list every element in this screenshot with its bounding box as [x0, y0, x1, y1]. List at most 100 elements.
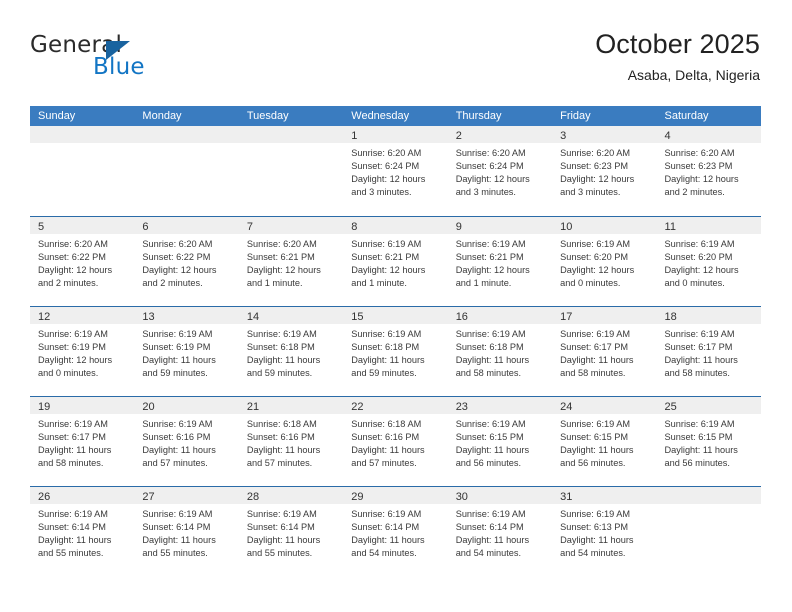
day-detail-line: Sunrise: 6:20 AM: [560, 148, 631, 158]
calendar-day-cell[interactable]: 11 Sunrise: 6:19 AM Sunset: 6:20 PM Dayligh…: [656, 217, 761, 306]
day-details: Sunrise: 6:19 AM Sunset: 6:15 PM Daylight:…: [657, 414, 761, 470]
calendar-day-cell[interactable]: 26 Sunrise: 6:19 AM Sunset: 6:14 PM Dayligh…: [30, 487, 135, 576]
day-detail-line: Sunrise: 6:20 AM: [246, 239, 317, 249]
calendar-day-cell[interactable]: 23 Sunrise: 6:19 AM Sunset: 6:15 PM Dayligh…: [447, 397, 553, 486]
calendar-day-cell[interactable]: 29 Sunrise: 6:19 AM Sunset: 6:14 PM Dayligh…: [343, 487, 448, 576]
day-detail-line: Sunrise: 6:19 AM: [664, 419, 735, 429]
day-details: Sunrise: 6:19 AM Sunset: 6:17 PM Daylight:…: [552, 324, 656, 380]
day-details: Sunrise: 6:19 AM Sunset: 6:18 PM Daylight:…: [239, 324, 343, 380]
calendar-day-cell[interactable]: 27 Sunrise: 6:19 AM Sunset: 6:14 PM Dayligh…: [134, 487, 239, 576]
day-detail-line: Sunrise: 6:19 AM: [664, 329, 735, 339]
day-details: Sunrise: 6:19 AM Sunset: 6:18 PM Daylight:…: [343, 324, 447, 380]
calendar-day-cell[interactable]: 24 Sunrise: 6:19 AM Sunset: 6:15 PM Dayligh…: [552, 397, 657, 486]
day-detail-line: Daylight: 12 hours: [455, 265, 530, 276]
day-details: Sunrise: 6:18 AM Sunset: 6:16 PM Daylight:…: [343, 414, 447, 470]
calendar-day-cell[interactable]: 1 Sunrise: 6:20 AM Sunset: 6:24 PM Daylight…: [343, 126, 448, 216]
day-detail-line: and 0 minutes.: [38, 368, 99, 379]
calendar-day-cell[interactable]: 8 Sunrise: 6:19 AM Sunset: 6:21 PM Daylight…: [343, 217, 448, 306]
day-detail-line: Daylight: 11 hours: [38, 445, 112, 456]
day-detail-line: and 57 minutes.: [142, 458, 208, 469]
day-detail-line: Daylight: 12 hours: [560, 265, 635, 276]
calendar-day-cell[interactable]: 31 Sunrise: 6:19 AM Sunset: 6:13 PM Dayligh…: [552, 487, 657, 576]
calendar-day-cell[interactable]: 9 Sunrise: 6:19 AM Sunset: 6:21 PM Daylight…: [447, 217, 553, 306]
weekday-header-friday: Friday: [560, 110, 591, 122]
day-detail-line: and 55 minutes.: [38, 548, 104, 559]
calendar-week-row: 12 Sunrise: 6:19 AM Sunset: 6:19 PM Dayligh…: [30, 306, 761, 396]
day-number-band: 27: [134, 487, 239, 504]
day-number-band: 17: [552, 307, 657, 324]
day-details: Sunrise: 6:19 AM Sunset: 6:14 PM Daylight:…: [134, 504, 238, 560]
day-detail-line: Sunset: 6:14 PM: [142, 522, 211, 533]
calendar-day-cell[interactable]: 20 Sunrise: 6:19 AM Sunset: 6:16 PM Dayligh…: [134, 397, 239, 486]
day-detail-line: Sunrise: 6:18 AM: [351, 419, 422, 429]
day-detail-line: Daylight: 12 hours: [664, 265, 739, 276]
day-detail-line: and 55 minutes.: [246, 548, 313, 559]
day-detail-line: Sunset: 6:16 PM: [351, 432, 420, 443]
calendar-day-cell[interactable]: 6 Sunrise: 6:20 AM Sunset: 6:22 PM Daylight…: [134, 217, 239, 306]
day-details: Sunrise: 6:19 AM Sunset: 6:17 PM Daylight:…: [657, 324, 761, 380]
weekday-header-thursday: Thursday: [455, 110, 502, 122]
day-detail-line: Sunset: 6:18 PM: [351, 342, 420, 353]
calendar-day-cell[interactable]: 10 Sunrise: 6:19 AM Sunset: 6:20 PM Dayligh…: [552, 217, 657, 306]
calendar-day-cell[interactable]: 2 Sunrise: 6:20 AM Sunset: 6:24 PM Daylight…: [447, 126, 553, 216]
day-details: Sunrise: 6:20 AM Sunset: 6:24 PM Daylight:…: [343, 143, 447, 199]
calendar-day-cell[interactable]: 4 Sunrise: 6:20 AM Sunset: 6:23 PM Daylight…: [656, 126, 761, 216]
day-detail-line: and 1 minute.: [246, 278, 303, 289]
day-number: 21: [246, 401, 260, 413]
day-detail-line: Sunset: 6:21 PM: [246, 252, 315, 263]
day-number: 27: [142, 491, 155, 503]
day-detail-line: and 56 minutes.: [455, 458, 522, 469]
day-detail-line: Sunset: 6:15 PM: [664, 432, 733, 443]
day-number: 20: [142, 401, 155, 413]
day-detail-line: Sunset: 6:20 PM: [664, 252, 733, 263]
day-details: Sunrise: 6:19 AM Sunset: 6:14 PM Daylight:…: [239, 504, 343, 560]
day-detail-line: Daylight: 12 hours: [38, 355, 113, 366]
page-subtitle: Asaba, Delta, Nigeria: [627, 67, 760, 83]
day-detail-line: Daylight: 11 hours: [142, 445, 216, 456]
day-detail-line: and 59 minutes.: [351, 368, 417, 379]
day-number: 8: [351, 221, 358, 233]
day-number: 12: [38, 311, 51, 323]
general-blue-logo[interactable]: General Blue: [30, 32, 230, 90]
calendar-day-cell[interactable]: 17 Sunrise: 6:19 AM Sunset: 6:17 PM Dayligh…: [552, 307, 657, 396]
day-detail-line: and 2 minutes.: [38, 278, 99, 289]
day-detail-line: Sunrise: 6:20 AM: [455, 148, 526, 158]
calendar-day-cell[interactable]: 30 Sunrise: 6:19 AM Sunset: 6:14 PM Dayligh…: [447, 487, 553, 576]
day-number-band: 4: [656, 126, 761, 143]
calendar-day-cell[interactable]: 22 Sunrise: 6:18 AM Sunset: 6:16 PM Dayligh…: [343, 397, 448, 486]
calendar-day-cell[interactable]: 18 Sunrise: 6:19 AM Sunset: 6:17 PM Dayligh…: [656, 307, 761, 396]
day-number: 29: [351, 491, 364, 503]
day-number-band: 8: [343, 217, 448, 234]
calendar-day-cell[interactable]: 25 Sunrise: 6:19 AM Sunset: 6:15 PM Dayligh…: [656, 397, 761, 486]
day-detail-line: Daylight: 11 hours: [246, 355, 321, 366]
calendar-weeks: 1 Sunrise: 6:20 AM Sunset: 6:24 PM Daylight…: [30, 126, 761, 576]
calendar-day-cell[interactable]: 16 Sunrise: 6:19 AM Sunset: 6:18 PM Dayligh…: [447, 307, 553, 396]
calendar-day-cell[interactable]: 15 Sunrise: 6:19 AM Sunset: 6:18 PM Dayligh…: [343, 307, 448, 396]
calendar-day-cell[interactable]: 13 Sunrise: 6:19 AM Sunset: 6:19 PM Dayligh…: [134, 307, 239, 396]
calendar-day-cell[interactable]: 7 Sunrise: 6:20 AM Sunset: 6:21 PM Daylight…: [238, 217, 344, 306]
calendar-day-cell[interactable]: 28 Sunrise: 6:19 AM Sunset: 6:14 PM Dayligh…: [238, 487, 344, 576]
day-details: Sunrise: 6:20 AM Sunset: 6:21 PM Daylight:…: [239, 234, 343, 290]
day-detail-line: Sunrise: 6:19 AM: [142, 419, 213, 429]
day-detail-line: and 58 minutes.: [38, 458, 104, 469]
calendar-day-cell-empty: [656, 487, 761, 576]
day-detail-line: Sunset: 6:20 PM: [560, 252, 629, 263]
day-detail-line: Sunrise: 6:19 AM: [142, 329, 213, 339]
calendar-day-cell[interactable]: 19 Sunrise: 6:19 AM Sunset: 6:17 PM Dayligh…: [30, 397, 135, 486]
calendar-day-cell[interactable]: 21 Sunrise: 6:18 AM Sunset: 6:16 PM Dayligh…: [238, 397, 344, 486]
day-detail-line: and 3 minutes.: [455, 187, 516, 198]
day-detail-line: and 2 minutes.: [142, 278, 203, 289]
day-detail-line: Daylight: 11 hours: [351, 355, 425, 366]
calendar-day-cell[interactable]: 12 Sunrise: 6:19 AM Sunset: 6:19 PM Dayligh…: [30, 307, 135, 396]
calendar-day-cell[interactable]: 3 Sunrise: 6:20 AM Sunset: 6:23 PM Daylight…: [552, 126, 657, 216]
day-number: 6: [142, 221, 149, 233]
calendar-day-cell[interactable]: 5 Sunrise: 6:20 AM Sunset: 6:22 PM Daylight…: [30, 217, 135, 306]
day-number: 2: [455, 130, 462, 142]
weekday-header-wednesday: Wednesday: [351, 110, 410, 122]
day-detail-line: Daylight: 11 hours: [351, 445, 425, 456]
day-number: 11: [664, 221, 676, 233]
day-details: Sunrise: 6:19 AM Sunset: 6:21 PM Daylight:…: [343, 234, 447, 290]
day-details: Sunrise: 6:19 AM Sunset: 6:20 PM Daylight:…: [657, 234, 761, 290]
day-detail-line: and 57 minutes.: [351, 458, 417, 469]
calendar-day-cell[interactable]: 14 Sunrise: 6:19 AM Sunset: 6:18 PM Dayligh…: [238, 307, 344, 396]
